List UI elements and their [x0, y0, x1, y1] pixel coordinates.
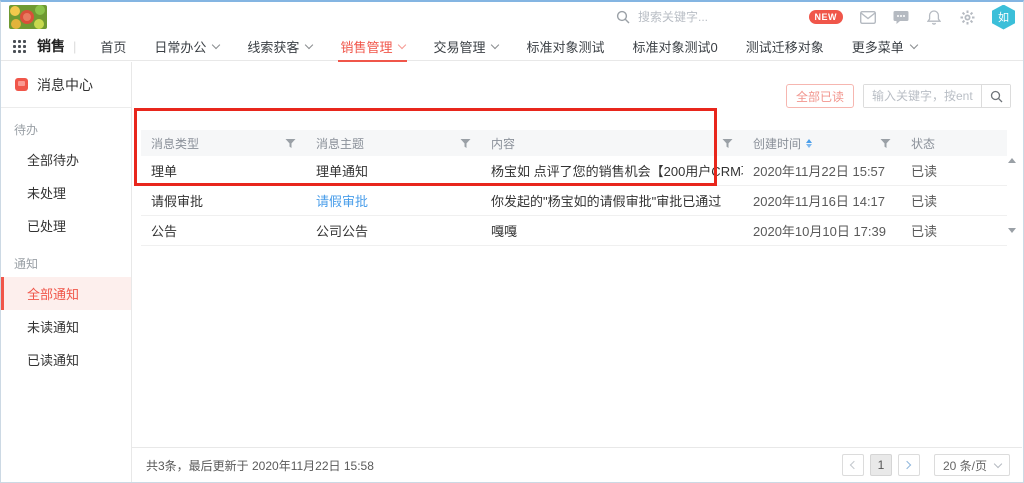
main-nav: 销售 | 首页 日常办公 线索获客 销售管理 交易管理 标准对象测试 标准对象测…	[1, 32, 1023, 61]
cell-subject: 请假审批	[306, 191, 481, 210]
subject-link[interactable]: 请假审批	[316, 194, 368, 209]
cell-subject: 理单通知	[306, 161, 481, 180]
new-badge: NEW	[809, 10, 844, 24]
scrollbar-down-arrow[interactable]	[1008, 228, 1016, 233]
filter-icon[interactable]	[285, 138, 296, 149]
sidebar-item-all-todo[interactable]: 全部待办	[1, 143, 131, 176]
sidebar-item-unprocessed[interactable]: 未处理	[1, 176, 131, 209]
mark-all-read-button[interactable]: 全部已读	[786, 84, 854, 108]
cell-content: 嘎嘎	[481, 221, 743, 240]
footer-bar: 共3条，最后更新于 2020年11月22日 15:58 1 20 条/页	[132, 447, 1022, 482]
nav-item-sales-management[interactable]: 销售管理	[326, 32, 419, 61]
global-search-input[interactable]	[638, 10, 788, 24]
message-center-header: 消息中心	[1, 62, 131, 108]
company-logo[interactable]	[9, 5, 47, 29]
sidebar-section-notice: 通知	[1, 242, 131, 277]
cell-created: 2020年11月16日 14:17	[743, 191, 901, 210]
cell-subject: 公司公告	[306, 221, 481, 240]
chevron-down-icon	[994, 460, 1002, 468]
scrollbar-up-arrow[interactable]	[1008, 158, 1016, 163]
cell-status: 已读	[901, 191, 1007, 210]
sidebar: 消息中心 待办 全部待办 未处理 已处理 通知 全部通知 未读通知 已读通知	[1, 62, 132, 482]
next-page-button[interactable]	[898, 454, 920, 476]
table-row[interactable]: 理单 理单通知 杨宝如 点评了您的销售机会【200用户CRM项目】 2020年1…	[141, 156, 1007, 186]
nav-item-more-menu[interactable]: 更多菜单	[838, 32, 931, 61]
chevron-down-icon	[212, 40, 220, 48]
search-icon	[615, 9, 631, 25]
sidebar-section-todo: 待办	[1, 108, 131, 143]
column-header-type[interactable]: 消息类型	[141, 130, 306, 156]
global-search	[615, 2, 788, 32]
page-title: 消息中心	[37, 75, 93, 95]
chevron-down-icon	[910, 40, 918, 48]
sidebar-item-read-notices[interactable]: 已读通知	[1, 343, 131, 376]
search-icon	[990, 90, 1003, 103]
nav-item-standard-object-test[interactable]: 标准对象测试	[512, 32, 618, 61]
filter-icon[interactable]	[460, 138, 471, 149]
nav-item-daily-office[interactable]: 日常办公	[140, 32, 233, 61]
table-row[interactable]: 公告 公司公告 嘎嘎 2020年10月10日 17:39 已读	[141, 216, 1007, 246]
nav-divider: |	[73, 39, 76, 54]
filter-icon[interactable]	[880, 138, 891, 149]
list-search	[863, 84, 1011, 108]
app-name[interactable]: 销售	[37, 36, 65, 56]
sidebar-item-unread-notices[interactable]: 未读通知	[1, 310, 131, 343]
nav-item-lead-acquisition[interactable]: 线索获客	[233, 32, 326, 61]
list-search-button[interactable]	[981, 85, 1010, 107]
mail-icon[interactable]	[860, 9, 876, 25]
nav-item-standard-object-test0[interactable]: 标准对象测试0	[618, 32, 731, 61]
page-size-select[interactable]: 20 条/页	[934, 454, 1010, 476]
list-search-input[interactable]	[864, 85, 981, 107]
cell-type: 理单	[141, 161, 306, 180]
current-page[interactable]: 1	[870, 454, 892, 476]
bell-icon[interactable]	[926, 9, 942, 25]
cell-type: 公告	[141, 221, 306, 240]
sidebar-item-processed[interactable]: 已处理	[1, 209, 131, 242]
table-header: 消息类型 消息主题 内容 创建时间 状态	[141, 130, 1007, 156]
top-bar: NEW 如	[1, 2, 1023, 32]
message-center-icon	[15, 78, 28, 91]
prev-page-button[interactable]	[842, 454, 864, 476]
cell-type: 请假审批	[141, 191, 306, 210]
chevron-down-icon	[398, 40, 406, 48]
column-header-created[interactable]: 创建时间	[743, 130, 901, 156]
nav-item-test-migration-object[interactable]: 测试迁移对象	[732, 32, 838, 61]
column-header-subject[interactable]: 消息主题	[306, 130, 481, 156]
filter-icon[interactable]	[722, 138, 733, 149]
record-summary: 共3条，最后更新于 2020年11月22日 15:58	[146, 457, 374, 474]
cell-content: 你发起的"杨宝如的请假审批"审批已通过	[481, 191, 743, 210]
topbar-actions: NEW 如	[809, 2, 1016, 32]
nav-item-trade-management[interactable]: 交易管理	[419, 32, 512, 61]
app-grid-icon[interactable]	[13, 40, 26, 53]
pagination: 1 20 条/页	[842, 454, 1010, 476]
chevron-down-icon	[305, 40, 313, 48]
cell-status: 已读	[901, 161, 1007, 180]
app-window: NEW 如 销售 | 首页 日常办公 线索获客 销售管理 交易管理 标准对象测试…	[0, 0, 1024, 483]
sort-icon[interactable]	[806, 139, 812, 148]
message-table: 消息类型 消息主题 内容 创建时间 状态 理单 理单	[141, 130, 1007, 246]
sidebar-item-all-notices[interactable]: 全部通知	[1, 277, 131, 310]
column-header-content[interactable]: 内容	[481, 130, 743, 156]
chevron-down-icon	[491, 40, 499, 48]
column-header-status: 状态	[901, 130, 1007, 156]
nav-item-home[interactable]: 首页	[86, 32, 140, 61]
cell-status: 已读	[901, 221, 1007, 240]
logo-image	[9, 5, 47, 29]
gear-icon[interactable]	[959, 9, 975, 25]
table-row[interactable]: 请假审批 请假审批 你发起的"杨宝如的请假审批"审批已通过 2020年11月16…	[141, 186, 1007, 216]
cell-created: 2020年11月22日 15:57	[743, 161, 901, 180]
chevron-right-icon	[903, 461, 911, 469]
user-avatar[interactable]: 如	[992, 5, 1015, 30]
cell-created: 2020年10月10日 17:39	[743, 221, 901, 240]
chevron-left-icon	[850, 461, 858, 469]
chat-icon[interactable]	[893, 9, 909, 25]
cell-content: 杨宝如 点评了您的销售机会【200用户CRM项目】	[481, 161, 743, 180]
